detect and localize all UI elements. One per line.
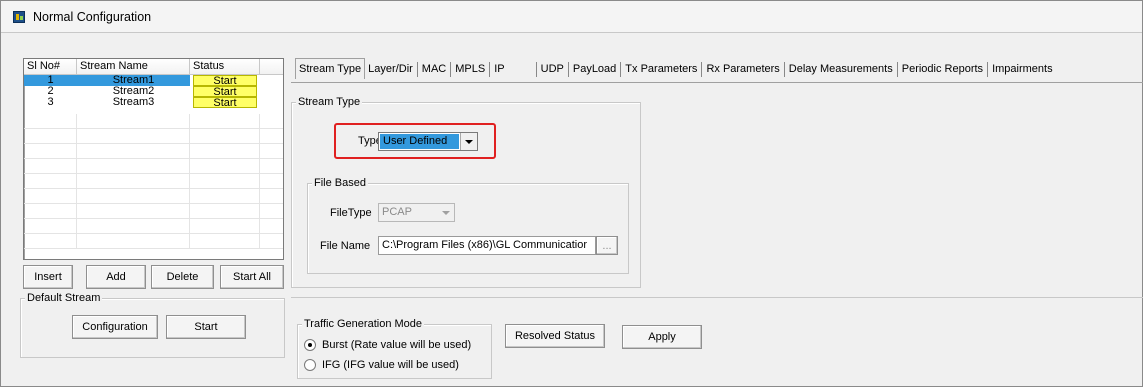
delete-button[interactable]: Delete (151, 265, 214, 289)
filename-value: C:\Program Files (x86)\GL Communicatior (382, 239, 587, 251)
tab-stream-type[interactable]: Stream Type (295, 58, 366, 79)
tab-ip[interactable]: IP (491, 59, 534, 79)
highlight-annotation (334, 123, 496, 159)
tab-tx-parameters[interactable]: Tx Parameters (622, 59, 700, 79)
column-header-status[interactable]: Status (190, 59, 260, 74)
stream-name: Stream3 (112, 96, 155, 108)
tab-mac[interactable]: MAC (419, 59, 449, 79)
filetype-label: FileType (330, 207, 372, 219)
column-header-sl-no[interactable]: Sl No# (24, 59, 77, 74)
tab-separator (620, 61, 622, 77)
tab-separator (567, 61, 569, 77)
tab-separator (783, 61, 785, 77)
tab-delay-measurements[interactable]: Delay Measurements (786, 59, 896, 79)
tab-separator (416, 61, 418, 77)
tab-udp[interactable]: UDP (538, 59, 567, 79)
normal-configuration-window: Normal Configuration Sl No# Stream Name … (0, 0, 1143, 387)
filename-field[interactable]: C:\Program Files (x86)\GL Communicatior (378, 236, 596, 255)
status-cell: Start (190, 75, 260, 87)
status-cell: Start (190, 97, 260, 109)
tab-separator (701, 61, 703, 77)
tab-rx-parameters[interactable]: Rx Parameters (703, 59, 782, 79)
tab-impairments[interactable]: Impairments (989, 59, 1056, 79)
default-start-button[interactable]: Start (166, 315, 246, 339)
radio-burst[interactable]: Burst (Rate value will be used) (304, 338, 471, 352)
tab-payload[interactable]: PayLoad (570, 59, 619, 79)
divider (291, 297, 1143, 298)
tab-bar: Stream Type Layer/Dir MAC MPLS IP UDP PayLoad T… (295, 58, 1056, 82)
title-bar: Normal Configuration (1, 1, 1142, 33)
stream-list[interactable]: Sl No# Stream Name Status 1 Stream1 Star… (23, 58, 284, 260)
column-header-blank (260, 59, 283, 74)
list-header: Sl No# Stream Name Status (24, 59, 283, 75)
tab-panel-border (291, 82, 1143, 83)
tab-separator (896, 61, 898, 77)
status-badge[interactable]: Start (193, 75, 257, 87)
default-stream-label: Default Stream (25, 291, 103, 305)
tab-separator (489, 61, 491, 77)
tab-mpls[interactable]: MPLS (452, 59, 488, 79)
file-based-group-label: File Based (312, 176, 368, 190)
status-badge[interactable]: Start (193, 97, 257, 109)
tab-layer-dir[interactable]: Layer/Dir (365, 59, 416, 79)
empty-rows (24, 114, 283, 249)
column-header-stream-name[interactable]: Stream Name (77, 59, 190, 74)
browse-button[interactable]: ... (596, 236, 618, 255)
traffic-generation-label: Traffic Generation Mode (302, 317, 425, 331)
radio-ifg[interactable]: IFG (IFG value will be used) (304, 358, 459, 372)
app-icon (13, 10, 25, 23)
start-all-button[interactable]: Start All (220, 265, 284, 289)
tab-periodic-reports[interactable]: Periodic Reports (899, 59, 986, 79)
window-title: Normal Configuration (33, 9, 152, 24)
status-badge[interactable]: Start (193, 86, 257, 98)
insert-button[interactable]: Insert (23, 265, 73, 289)
filetype-dropdown[interactable]: PCAP (378, 203, 455, 222)
radio-burst-label: Burst (Rate value will be used) (322, 339, 472, 351)
resolved-status-button[interactable]: Resolved Status (505, 324, 605, 348)
add-button[interactable]: Add (86, 265, 146, 289)
radio-button-checked[interactable] (304, 339, 316, 352)
apply-button[interactable]: Apply (622, 325, 702, 349)
chevron-down-icon[interactable] (437, 204, 454, 221)
tab-separator (987, 61, 989, 77)
file-based-group: File Based (307, 176, 629, 274)
row-number: 3 (47, 96, 54, 108)
table-row[interactable]: 3 Stream3 Start (24, 96, 283, 109)
filename-label: File Name (320, 240, 371, 252)
filetype-dropdown-value: PCAP (382, 206, 412, 218)
radio-button[interactable] (304, 359, 316, 372)
configuration-button[interactable]: Configuration (72, 315, 158, 339)
stream-type-group-label: Stream Type (296, 95, 363, 109)
status-cell: Start (190, 86, 260, 98)
tab-separator (450, 61, 452, 77)
tab-separator (535, 61, 537, 77)
radio-ifg-label: IFG (IFG value will be used) (322, 359, 459, 371)
